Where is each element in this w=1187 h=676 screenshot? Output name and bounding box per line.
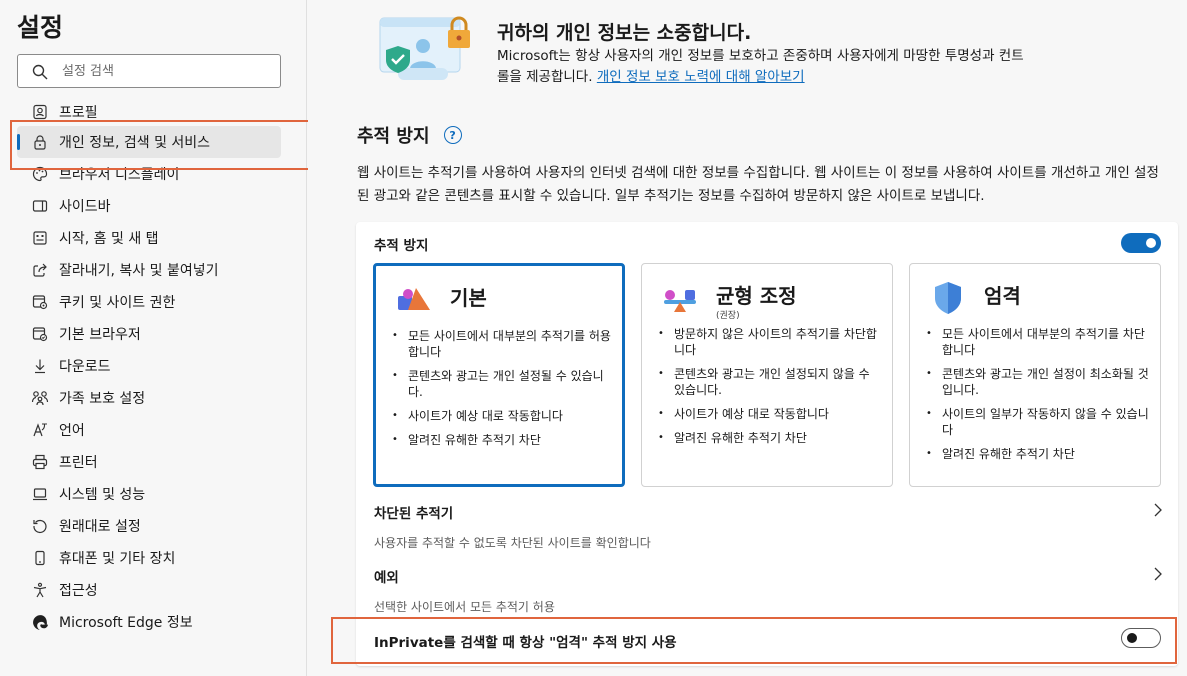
sidebar-item-label: 잘라내기, 복사 및 붙여넣기 [59, 263, 219, 279]
settings-search-box[interactable] [17, 54, 281, 88]
sidebar-item-default-browser[interactable]: 기본 브라우저 [17, 318, 281, 350]
profile-icon [31, 103, 49, 121]
level-basic-name: 기본 [450, 286, 487, 310]
level-bullet: 모든 사이트에서 대부분의 추적기를 허용합니다 [390, 328, 616, 360]
reset-icon [31, 517, 49, 535]
edge-logo-icon [31, 613, 49, 631]
sidebar-item-about-edge[interactable]: Microsoft Edge 정보 [17, 606, 281, 638]
sidebar-item-label: 원래대로 설정 [59, 519, 141, 535]
settings-search-input[interactable] [62, 55, 272, 87]
level-strict-name: 엄격 [984, 284, 1021, 308]
level-bullet: 콘텐츠와 광고는 개인 설정되지 않을 수 있습니다. [656, 366, 882, 398]
sidebar-item-phone[interactable]: 휴대폰 및 기타 장치 [17, 542, 281, 574]
chevron-right-icon [1154, 503, 1162, 517]
sidebar-item-label: 사이드바 [59, 199, 111, 215]
sidebar-item-reset[interactable]: 원래대로 설정 [17, 510, 281, 542]
tracking-prevention-toggle-label: 추적 방지 [374, 238, 429, 254]
privacy-commitment-link[interactable]: 개인 정보 보호 노력에 대해 알아보기 [597, 69, 805, 85]
sidebar-item-system[interactable]: 시스템 및 성능 [17, 478, 281, 510]
sidebar-item-label: 시스템 및 성능 [59, 487, 146, 503]
sidebar-item-label: 프린터 [59, 455, 98, 471]
tracking-prevention-title: 추적 방지 [357, 126, 430, 147]
sidebar-item-label: 가족 보호 설정 [59, 391, 146, 407]
laptop-icon [31, 485, 49, 503]
level-basic-bullets: 모든 사이트에서 대부분의 추적기를 허용합니다 콘텐츠와 광고는 개인 설정될… [390, 328, 616, 456]
blocked-trackers-row[interactable]: 차단된 추적기 사용자를 추적할 수 없도록 차단된 사이트를 확인합니다 [374, 502, 1164, 551]
level-bullet: 알려진 유해한 추적기 차단 [924, 446, 1150, 462]
level-bullet: 사이트가 예상 대로 작동합니다 [656, 406, 882, 422]
printer-icon [31, 453, 49, 471]
exceptions-title: 예외 [374, 570, 399, 586]
basic-shapes-icon [398, 288, 430, 310]
sidebar-item-label: 기본 브라우저 [59, 327, 141, 343]
blocked-trackers-description: 사용자를 추적할 수 없도록 차단된 사이트를 확인합니다 [374, 536, 651, 550]
sidebar-item-start-home[interactable]: 시작, 홈 및 새 탭 [17, 222, 281, 254]
sidebar-item-printers[interactable]: 프린터 [17, 446, 281, 478]
level-basic-card[interactable]: 기본 모든 사이트에서 대부분의 추적기를 허용합니다 콘텐츠와 광고는 개인 … [373, 263, 625, 487]
highlight-sidebar-privacy [10, 120, 316, 170]
level-bullet: 사이트의 일부가 작동하지 않을 수 있습니다 [924, 406, 1150, 438]
share-icon [31, 261, 49, 279]
blocked-trackers-title: 차단된 추적기 [374, 506, 454, 522]
level-bullet: 알려진 유해한 추적기 차단 [656, 430, 882, 446]
new-tab-icon [31, 229, 49, 247]
site-permissions-icon [31, 293, 49, 311]
shield-icon [935, 282, 961, 314]
level-bullet: 콘텐츠와 광고는 개인 설정될 수 있습니다. [390, 368, 616, 400]
level-bullet: 콘텐츠와 광고는 개인 설정이 최소화될 것입니다. [924, 366, 1150, 398]
download-icon [31, 357, 49, 375]
default-browser-icon [31, 325, 49, 343]
balance-scale-icon [664, 290, 696, 312]
level-strict-card[interactable]: 엄격 모든 사이트에서 대부분의 추적기를 차단합니다 콘텐츠와 광고는 개인 … [909, 263, 1161, 487]
sidebar-item-sidebar[interactable]: 사이드바 [17, 190, 281, 222]
family-icon [31, 389, 49, 407]
sidebar-item-share-copy[interactable]: 잘라내기, 복사 및 붙여넣기 [17, 254, 281, 286]
level-balanced-bullets: 방문하지 않은 사이트의 추적기를 차단합니다 콘텐츠와 광고는 개인 설정되지… [656, 326, 882, 454]
sidebar-item-label: Microsoft Edge 정보 [59, 615, 193, 631]
tracking-prevention-heading: 추적 방지 ? [357, 122, 462, 148]
tracking-prevention-description: 웹 사이트는 추적기를 사용하여 사용자의 인터넷 검색에 대한 정보를 수집합… [357, 165, 1159, 204]
sidebar-item-cookies[interactable]: 쿠키 및 사이트 권한 [17, 286, 281, 318]
level-balanced-name: 균형 조정 [716, 284, 797, 308]
tracking-prevention-card: 추적 방지 기본 모든 사이트에서 대부분의 추적기를 허용합니다 콘텐츠와 광… [356, 222, 1178, 666]
sidebar-item-label: 휴대폰 및 기타 장치 [59, 551, 176, 567]
search-icon [32, 64, 48, 80]
sidebar-item-family[interactable]: 가족 보호 설정 [17, 382, 281, 414]
level-bullet: 모든 사이트에서 대부분의 추적기를 차단합니다 [924, 326, 1150, 358]
highlight-inprivate-row [331, 617, 1177, 664]
level-balanced-recommended: (권장) [716, 311, 740, 321]
tracking-prevention-toggle[interactable] [1121, 233, 1161, 253]
sidebar-item-languages[interactable]: 언어 [17, 414, 281, 446]
sidebar-item-label: 시작, 홈 및 새 탭 [59, 231, 159, 247]
level-bullet: 알려진 유해한 추적기 차단 [390, 432, 616, 448]
phone-icon [31, 549, 49, 567]
sidebar-item-label: 언어 [59, 423, 85, 439]
chevron-right-icon [1154, 567, 1162, 581]
exceptions-row[interactable]: 예외 선택한 사이트에서 모든 추적기 허용 [374, 566, 1164, 615]
level-bullet: 방문하지 않은 사이트의 추적기를 차단합니다 [656, 326, 882, 358]
sidebar-item-label: 프로필 [59, 105, 98, 121]
level-strict-bullets: 모든 사이트에서 대부분의 추적기를 차단합니다 콘텐츠와 광고는 개인 설정이… [924, 326, 1150, 470]
sidebar-item-downloads[interactable]: 다운로드 [17, 350, 281, 382]
sidebar-item-label: 쿠키 및 사이트 권한 [59, 295, 176, 311]
settings-sidebar: 설정 프로필 개인 정보, 검색 및 서비스 브라우저 디스플레이 사이드바 시… [0, 0, 307, 676]
accessibility-icon [31, 581, 49, 599]
sidebar-item-label: 접근성 [59, 583, 98, 599]
help-icon[interactable]: ? [443, 126, 462, 144]
level-bullet: 사이트가 예상 대로 작동합니다 [390, 408, 616, 424]
level-balanced-card[interactable]: 균형 조정 (권장) 방문하지 않은 사이트의 추적기를 차단합니다 콘텐츠와 … [641, 263, 893, 487]
sidebar-panel-icon [31, 197, 49, 215]
sidebar-item-accessibility[interactable]: 접근성 [17, 574, 281, 606]
sidebar-title: 설정 [17, 13, 64, 42]
privacy-hero-description: Microsoft는 항상 사용자의 개인 정보를 보호하고 존중하며 사용자에… [497, 46, 1027, 88]
main-content: 귀하의 개인 정보는 소중합니다. Microsoft는 항상 사용자의 개인 … [308, 0, 1187, 676]
privacy-illustration-icon [379, 16, 470, 80]
privacy-hero-title: 귀하의 개인 정보는 소중합니다. [497, 22, 752, 44]
language-icon [31, 421, 49, 439]
sidebar-nav: 프로필 개인 정보, 검색 및 서비스 브라우저 디스플레이 사이드바 시작, … [17, 98, 281, 638]
sidebar-item-label: 다운로드 [59, 359, 111, 375]
exceptions-description: 선택한 사이트에서 모든 추적기 허용 [374, 600, 555, 614]
